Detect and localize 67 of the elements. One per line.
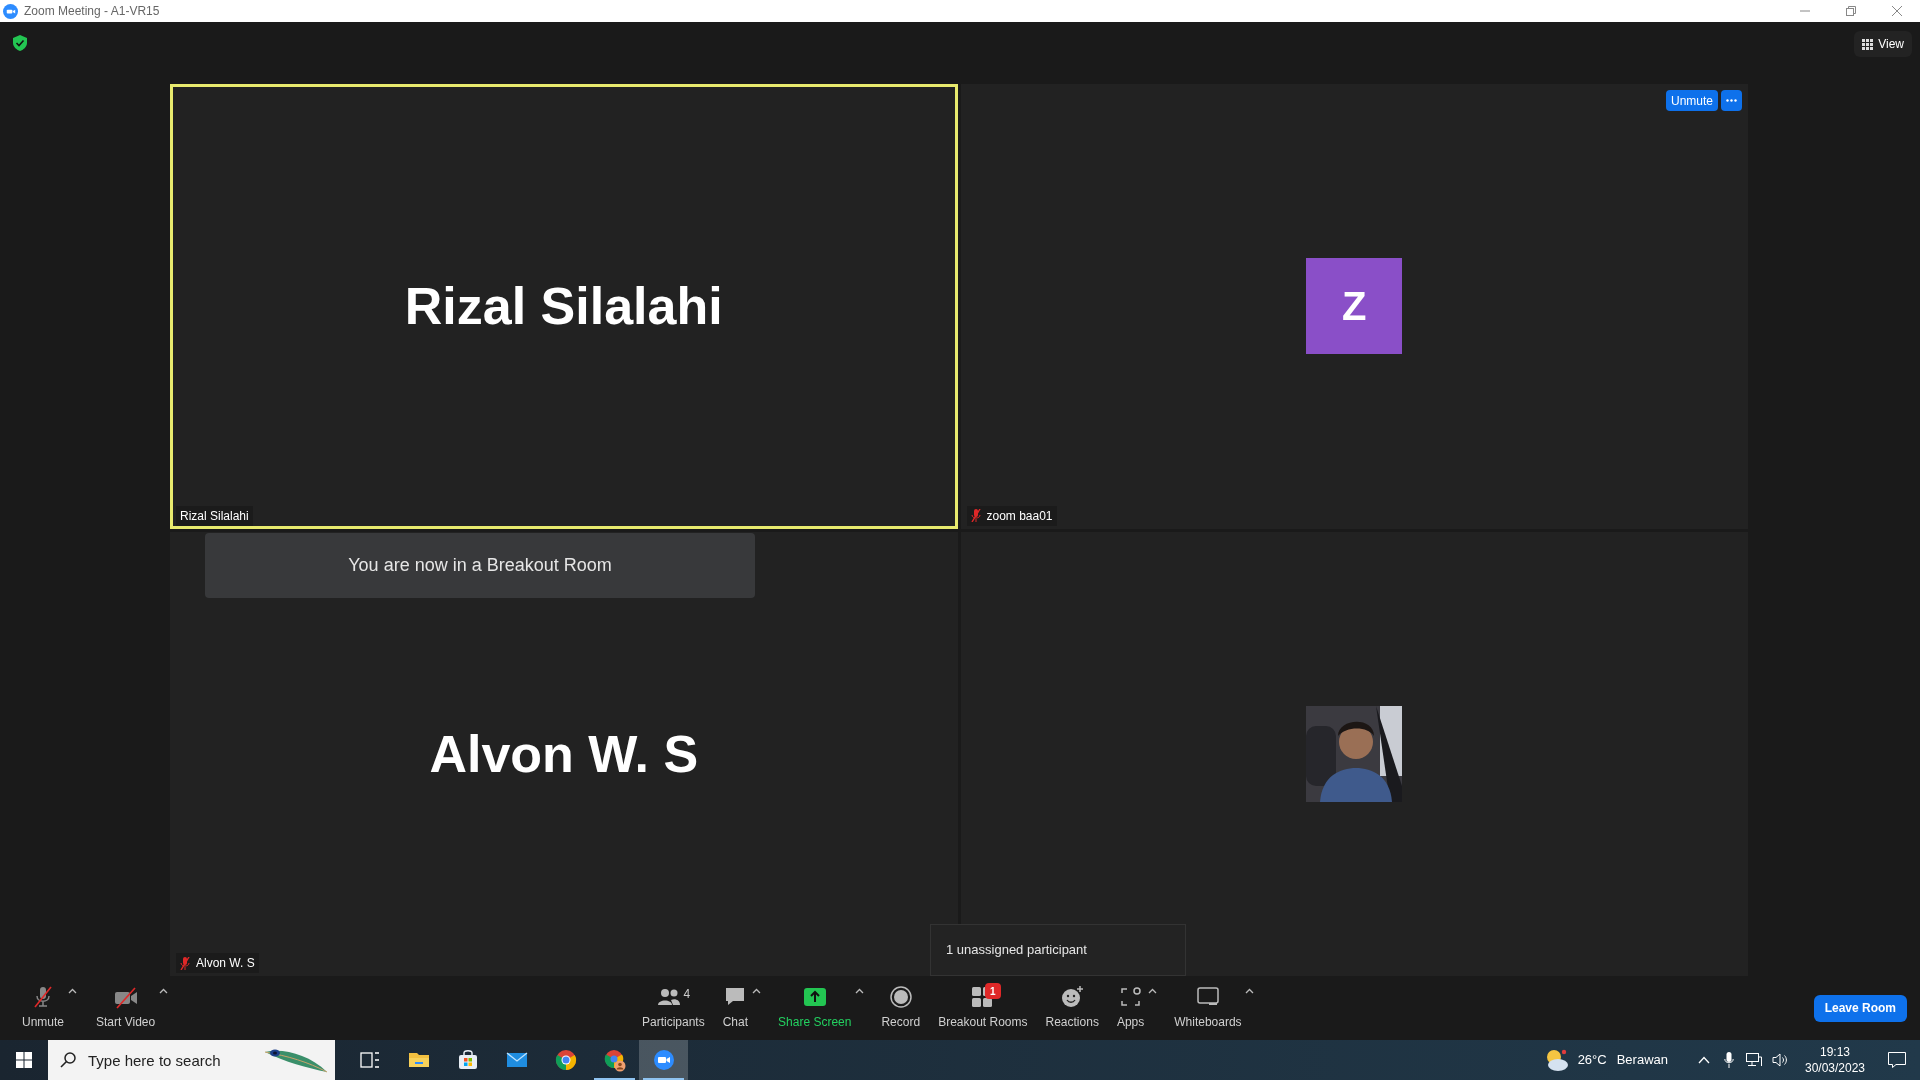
chevron-up-icon[interactable] <box>1698 1056 1710 1064</box>
start-video-button[interactable]: Start Video <box>94 982 158 1034</box>
caret-icon <box>1147 988 1157 994</box>
notifications-icon[interactable] <box>1888 1052 1906 1068</box>
window-title: Zoom Meeting - A1-VR15 <box>24 3 160 20</box>
restore-icon <box>1846 6 1856 16</box>
video-off-icon <box>113 985 138 1009</box>
microphone-off-icon <box>31 985 55 1009</box>
notification-badge: 1 <box>984 983 1001 999</box>
caret-icon <box>67 988 77 994</box>
apps-icon <box>1118 985 1143 1009</box>
avatar: Z <box>1306 258 1403 355</box>
microphone-icon[interactable] <box>1724 1052 1734 1068</box>
search-icon <box>60 1052 76 1068</box>
network-icon[interactable] <box>1746 1053 1762 1067</box>
caret-button[interactable] <box>750 986 763 996</box>
video-app-icon <box>651 1048 676 1072</box>
caret-button[interactable] <box>1146 986 1159 996</box>
participant-name: Rizal Silalahi <box>404 276 723 338</box>
participant-count: 4 <box>683 986 691 1003</box>
participant-name-text: Alvon W. S <box>196 955 255 972</box>
share-screen-icon <box>802 985 827 1009</box>
leave-room-button[interactable]: Leave Room <box>1813 994 1907 1022</box>
app-logo-icon <box>3 3 18 19</box>
weather-text[interactable]: Berawan <box>1616 1050 1668 1070</box>
speaker-icon[interactable] <box>1772 1053 1788 1067</box>
taskbar-search-field[interactable]: Type here to search <box>48 1040 335 1080</box>
whiteboards-button[interactable]: Whiteboards <box>1172 982 1244 1034</box>
windows-logo-icon <box>16 1052 32 1068</box>
caret-button[interactable] <box>853 986 866 996</box>
caret-button[interactable] <box>1243 986 1256 996</box>
time-text[interactable]: 19:13 <box>1820 1044 1850 1060</box>
view-button[interactable]: View <box>1854 31 1912 57</box>
unmute-button[interactable]: Unmute <box>1665 90 1718 111</box>
record-icon <box>888 985 913 1009</box>
muted-microphone-icon <box>180 956 190 970</box>
unassigned-participant-tooltip: 1 unassigned participant <box>930 924 1186 976</box>
muted-microphone-icon <box>970 509 981 522</box>
chat-button[interactable]: Chat <box>720 982 751 1034</box>
browser-icon <box>553 1048 578 1072</box>
breakout-room-notice: You are now in a Breakout Room <box>205 533 755 598</box>
participant-name-text: zoom baa01 <box>986 507 1053 525</box>
participants-button[interactable]: 4 Participants <box>640 982 707 1034</box>
grid-icon <box>1862 38 1874 50</box>
more-button[interactable] <box>1721 90 1742 111</box>
participant-name: Alvon W. S <box>429 723 699 785</box>
breakout-rooms-button[interactable]: 1 Breakout Rooms <box>936 982 1030 1034</box>
shield-icon[interactable] <box>13 35 27 51</box>
share-screen-button[interactable]: Share Screen <box>776 982 854 1034</box>
caret-icon <box>751 988 761 994</box>
reactions-button[interactable]: Reactions <box>1043 982 1101 1034</box>
more-icon <box>1726 99 1737 102</box>
browser-profile-icon <box>602 1048 627 1072</box>
smiley-icon <box>1060 985 1085 1009</box>
caret-button[interactable] <box>157 986 170 996</box>
participant-name-text: Rizal Silalahi <box>180 507 249 525</box>
taskbar-app-button[interactable] <box>639 1040 688 1080</box>
close-icon <box>1892 6 1902 16</box>
caret-icon <box>158 988 168 994</box>
caret-icon <box>1245 988 1255 994</box>
caret-button[interactable] <box>66 986 79 996</box>
unmute-button[interactable]: Unmute <box>20 982 67 1034</box>
record-button[interactable]: Record <box>879 982 923 1034</box>
date-text[interactable]: 30/03/2023 <box>1804 1060 1866 1076</box>
apps-button[interactable]: Apps <box>1114 982 1147 1034</box>
temperature-text[interactable]: 26°C <box>1577 1050 1607 1070</box>
caret-icon <box>854 988 864 994</box>
